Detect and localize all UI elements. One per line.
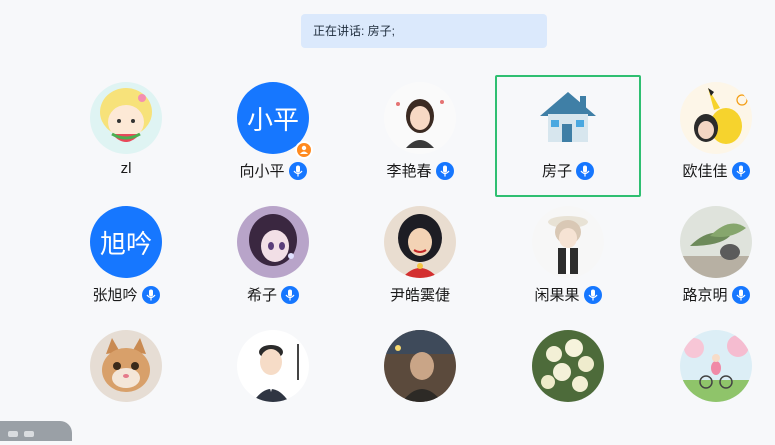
- microphone-icon[interactable]: [288, 161, 307, 180]
- participant-tile-xizi[interactable]: 希子: [200, 199, 346, 321]
- avatar: [237, 206, 309, 278]
- participant-tile-xiangxiaoping[interactable]: 小平 向小平: [200, 75, 346, 197]
- princess-avatar-icon: [384, 206, 456, 278]
- participant-name: 闲果果: [534, 287, 580, 304]
- avatar: [384, 330, 456, 402]
- microphone-icon[interactable]: [731, 161, 750, 180]
- participant-tile-yinhaoyingjie[interactable]: 尹皓霙倢: [347, 199, 493, 321]
- cat-avatar-icon: [90, 330, 162, 402]
- avatar: [532, 206, 604, 278]
- cartoon-girl-avatar-icon: [384, 82, 456, 154]
- participant-tile-man-suit[interactable]: [200, 323, 346, 445]
- microphone-icon[interactable]: [141, 285, 160, 304]
- man-photo-avatar-icon: [384, 330, 456, 402]
- participant-tile-zhangxuyin[interactable]: 旭吟 张旭吟: [53, 199, 199, 321]
- avatar: [384, 206, 456, 278]
- participant-name: 向小平: [239, 163, 285, 180]
- avatar: [384, 82, 456, 154]
- anime-girl-avatar-icon: [237, 206, 309, 278]
- participant-tile-lujingming[interactable]: 路京明: [643, 199, 775, 321]
- participant-name: 路京明: [682, 287, 728, 304]
- microphone-icon[interactable]: [576, 161, 594, 180]
- house-icon: [532, 82, 604, 154]
- participant-name: 希子: [246, 287, 277, 304]
- participant-tile-liyanchun[interactable]: 李艳春: [347, 75, 493, 197]
- avatar: [680, 206, 752, 278]
- participant-name: 欧佳佳: [682, 163, 728, 180]
- avatar: [90, 82, 162, 154]
- participant-name: 李艳春: [386, 163, 432, 180]
- microphone-icon[interactable]: [281, 285, 299, 304]
- participant-tile-zl[interactable]: zl: [53, 75, 199, 197]
- participant-tile-man-photo[interactable]: [347, 323, 493, 445]
- participant-tile-xianguoguo[interactable]: 闲果果: [495, 199, 641, 321]
- participant-tile-oujiajia[interactable]: 欧佳佳: [643, 75, 775, 197]
- handle-dot: [8, 431, 18, 437]
- microphone-icon[interactable]: [731, 285, 750, 304]
- participant-name: 房子: [541, 163, 572, 180]
- avatar: [237, 330, 309, 402]
- handle-dot: [24, 431, 34, 437]
- participant-tile-fangzi[interactable]: 房子: [495, 75, 641, 197]
- avatar: [90, 330, 162, 402]
- avatar: 旭吟: [90, 206, 162, 278]
- host-badge-icon: [295, 141, 313, 159]
- microphone-icon[interactable]: [435, 161, 454, 180]
- participant-tile-cat[interactable]: [53, 323, 199, 445]
- watermelon-girl-avatar-icon: [90, 82, 162, 154]
- cartoon-man-avatar-icon: [237, 330, 309, 402]
- toolbar-corner-handle[interactable]: [0, 421, 72, 441]
- avatar: [532, 82, 604, 154]
- anime-boy-avatar-icon: [532, 206, 604, 278]
- avatar: [680, 82, 752, 154]
- pikachu-avatar-icon: [680, 82, 752, 154]
- avatar: [680, 330, 752, 402]
- plant-avatar-icon: [680, 206, 752, 278]
- participant-name: 张旭吟: [92, 287, 138, 304]
- flowers-avatar-icon: [532, 330, 604, 402]
- participant-tile-bicycle[interactable]: [643, 323, 775, 445]
- avatar: [532, 330, 604, 402]
- participant-name: zl: [120, 160, 132, 177]
- speaking-banner: 正在讲话: 房子;: [301, 14, 547, 48]
- participant-name: 尹皓霙倢: [389, 287, 450, 304]
- microphone-icon[interactable]: [583, 285, 602, 304]
- participant-tile-flowers[interactable]: [495, 323, 641, 445]
- bicycle-avatar-icon: [680, 330, 752, 402]
